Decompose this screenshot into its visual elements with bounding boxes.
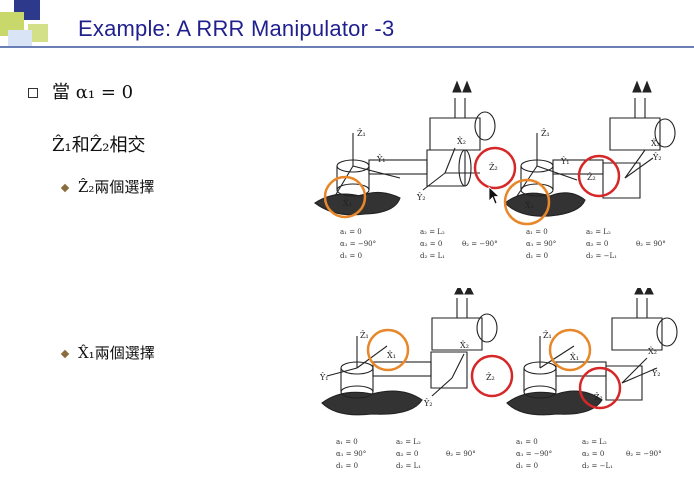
axis-label-z1: Ẑ₁ (357, 129, 366, 138)
param: a₁ = 0 (516, 438, 538, 446)
axis-label-x1-right: X̂₁ (525, 201, 534, 210)
axis-label-z1-right: Ẑ₁ (541, 129, 550, 138)
axis-label-x1: X̂₁ (343, 199, 352, 208)
sub-bullet-z2: Ẑ₂兩個選擇 (60, 176, 155, 197)
bottom-manipulator-figure: Ẑ₁ X̂₁ Ŷ₁ X̂₂ Ŷ₂ Ẑ₂ Ẑ₁ X̂₁ X̂₂ Ŷ₂ Ẑ₂ (319, 288, 678, 416)
param: α₁ = 90° (336, 450, 367, 458)
param: a₂ = L₂ (420, 228, 445, 236)
sub-bullet-x1-text: X̂₁兩個選擇 (78, 344, 155, 362)
axis-label-y2-right: Ŷ₂ (652, 153, 662, 162)
param: α₂ = 0 (582, 450, 605, 458)
mouse-cursor-icon (488, 186, 501, 205)
axis-label-z2-right: Ẑ₂ (594, 393, 603, 402)
param: d₁ = 0 (516, 462, 539, 470)
axis-label-x1: X̂₁ (387, 351, 396, 360)
axis-label-x2-right: X̂₂ (648, 347, 657, 356)
diamond-bullet-icon (60, 183, 70, 193)
param: α₂ = 0 (586, 240, 609, 248)
highlight-circle-red (577, 154, 621, 198)
axis-label-y2-right: Ŷ₂ (651, 369, 661, 378)
slide-title: Example: A RRR Manipulator -3 (78, 16, 395, 41)
title-underline (0, 46, 694, 48)
param: d₂ = L₁ (420, 252, 446, 260)
param: d₁ = 0 (526, 252, 549, 260)
param: θ₂ = −90° (626, 450, 662, 458)
axis-label-x2-right: X̂₂ (651, 139, 660, 148)
axis-label-x1-right: X̂₁ (570, 353, 579, 362)
param: d₂ = −L₁ (586, 252, 617, 260)
axis-label-z2-right: Ẑ₂ (587, 173, 596, 182)
intersect-statement: Ẑ₁和Ẑ₂相交 (52, 135, 146, 156)
axis-label-y2: Ŷ₂ (423, 399, 433, 408)
param: a₁ = 0 (340, 228, 362, 236)
axis-label-z2: Ẑ₂ (486, 373, 495, 382)
param: d₁ = 0 (340, 252, 363, 260)
param: d₂ = L₁ (396, 462, 422, 470)
highlight-circle-orange (548, 328, 592, 372)
sub-bullet-z2-text: Ẑ₂兩個選擇 (78, 178, 155, 196)
param: d₂ = −L₁ (582, 462, 613, 470)
param: α₂ = 0 (420, 240, 443, 248)
param: α₂ = 0 (396, 450, 419, 458)
axis-label-z1: Ẑ₁ (360, 331, 369, 340)
axis-label-y1: Ŷ₁ (376, 155, 386, 164)
axis-label-y1: Ŷ₁ (319, 373, 329, 382)
corner-decoration (0, 0, 60, 50)
param: d₁ = 0 (336, 462, 359, 470)
bullet-condition: 當 α₁ = 0 (52, 82, 134, 103)
sub-bullet-x1: X̂₁兩個選擇 (60, 342, 155, 363)
axis-label-z1-right: Ẑ₁ (543, 331, 552, 340)
axis-label-z2: Ẑ₂ (489, 163, 498, 172)
param: θ₂ = −90° (462, 240, 498, 248)
param: θ₂ = 90° (446, 450, 476, 458)
highlight-circle-orange (366, 328, 410, 372)
param: a₁ = 0 (336, 438, 358, 446)
param: α₁ = −90° (340, 240, 377, 248)
axis-label-y1-right: Ŷ₁ (560, 157, 570, 166)
param: a₂ = L₂ (586, 228, 611, 236)
axis-label-x2: X̂₂ (460, 341, 469, 350)
param: α₁ = −90° (516, 450, 553, 458)
param: a₂ = L₂ (582, 438, 607, 446)
axis-label-x2: X̂₂ (457, 137, 466, 146)
axis-label-y2: Ŷ₂ (416, 193, 426, 202)
diamond-bullet-icon (60, 349, 70, 359)
param: a₁ = 0 (526, 228, 548, 236)
param: a₂ = L₂ (396, 438, 421, 446)
param: θ₂ = 90° (636, 240, 666, 248)
square-bullet-icon (28, 88, 38, 98)
param: α₁ = 90° (526, 240, 557, 248)
